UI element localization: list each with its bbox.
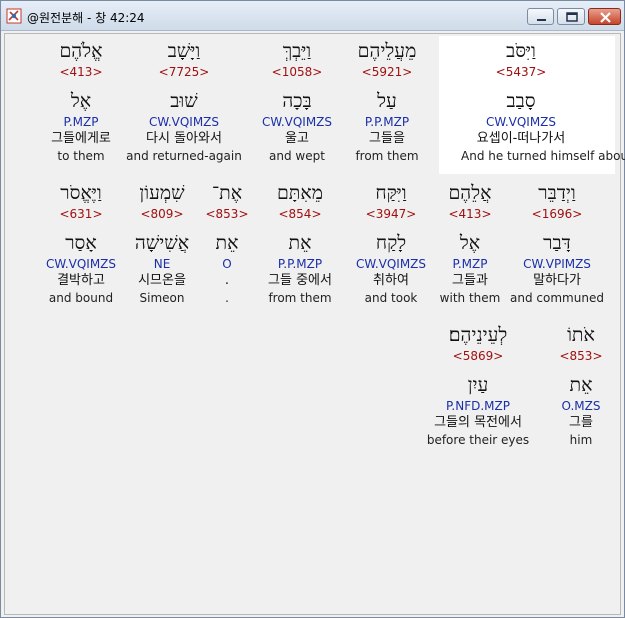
word-block-selected[interactable]: וַיִּסֹּב <5437> סָבַב CW.VQIMZS 요셉이-떠나가…: [461, 38, 625, 164]
minimize-button[interactable]: [527, 8, 554, 25]
close-button[interactable]: [588, 8, 621, 25]
parsing-code: P.P.MZP: [364, 115, 410, 129]
word-block[interactable]: אֱלֹהֶם <413> אֶל P.MZP 그들에게로 to them: [21, 38, 141, 164]
app-window: @원전분해 - 창 42:24 אֱלֹהֶם <413> אֶל P.MZP …: [0, 0, 625, 618]
korean-gloss: 그들에게로: [51, 131, 111, 146]
maximize-button[interactable]: [557, 8, 585, 25]
strong-number: <853>: [559, 349, 603, 363]
word-block[interactable]: וַיָּשָׁב <7725> שׁוּב CW.VQIMZS 다시 돌아와서…: [124, 38, 244, 164]
strong-number: <413>: [59, 65, 103, 79]
korean-gloss: 말하다가: [533, 273, 581, 288]
hebrew-word: אֹתוֹ: [567, 324, 595, 346]
korean-gloss: 요셉이-떠나가서: [476, 131, 566, 146]
strong-number: <5437>: [495, 65, 547, 79]
hebrew-lemma: אֵת: [569, 374, 593, 396]
word-block[interactable]: מֵעֲלֵיהֶם <5921> עַל P.P.MZP 그들을 from t…: [327, 38, 447, 164]
hebrew-word: וַיִּסֹּב: [506, 40, 536, 62]
korean-gloss: 그들을: [369, 131, 405, 146]
korean-gloss: 다시 돌아와서: [146, 131, 222, 146]
english-gloss: And he turned himself about: [461, 149, 625, 163]
maximize-icon: [566, 12, 578, 22]
strong-number: <5921>: [361, 65, 413, 79]
english-gloss: him: [569, 433, 593, 447]
strong-number: <1696>: [531, 207, 583, 221]
hebrew-word: אֱלֹהֶם: [59, 40, 103, 62]
hebrew-lemma: אֶל: [70, 90, 92, 112]
hebrew-word: וַיְדַבֵּר: [538, 182, 576, 204]
hebrew-lemma: דָּבַר: [543, 232, 571, 254]
strong-number: <7725>: [158, 65, 210, 79]
hebrew-lemma: סָבַב: [506, 90, 536, 112]
word-block[interactable]: אֹתוֹ <853> אֵת O.MZS 그를 him: [520, 322, 625, 448]
hebrew-lemma: עַל: [377, 90, 397, 112]
parsing-code: CW.VQIMZS: [485, 115, 557, 129]
parsing-code: P.MZP: [63, 115, 99, 129]
parsing-code: CW.VPIMZS: [523, 257, 591, 271]
hebrew-lemma: שׁוּב: [170, 90, 198, 112]
korean-gloss: 그를: [569, 415, 593, 430]
english-gloss: and returned-again: [126, 149, 242, 163]
english-gloss: to them: [57, 149, 105, 163]
interlinear-panel[interactable]: אֱלֹהֶם <413> אֶל P.MZP 그들에게로 to them וַ…: [4, 33, 625, 615]
word-block[interactable]: וַיְדַבֵּר <1696> דָּבַר CW.VPIMZS 말하다가 …: [497, 180, 617, 306]
title-bar[interactable]: @원전분해 - 창 42:24: [1, 1, 624, 31]
hebrew-word: מֵעֲלֵיהֶם: [357, 40, 417, 62]
parsing-code: O.MZS: [561, 399, 601, 413]
english-gloss: and communed: [510, 291, 604, 305]
minimize-icon: [537, 19, 546, 21]
close-icon: [600, 12, 611, 23]
hebrew-word: וַיָּשָׁב: [167, 40, 201, 62]
app-logo-icon: [6, 8, 22, 24]
english-gloss: from them: [355, 149, 419, 163]
window-title: @원전분해 - 창 42:24: [27, 11, 145, 25]
parsing-code: CW.VQIMZS: [148, 115, 220, 129]
